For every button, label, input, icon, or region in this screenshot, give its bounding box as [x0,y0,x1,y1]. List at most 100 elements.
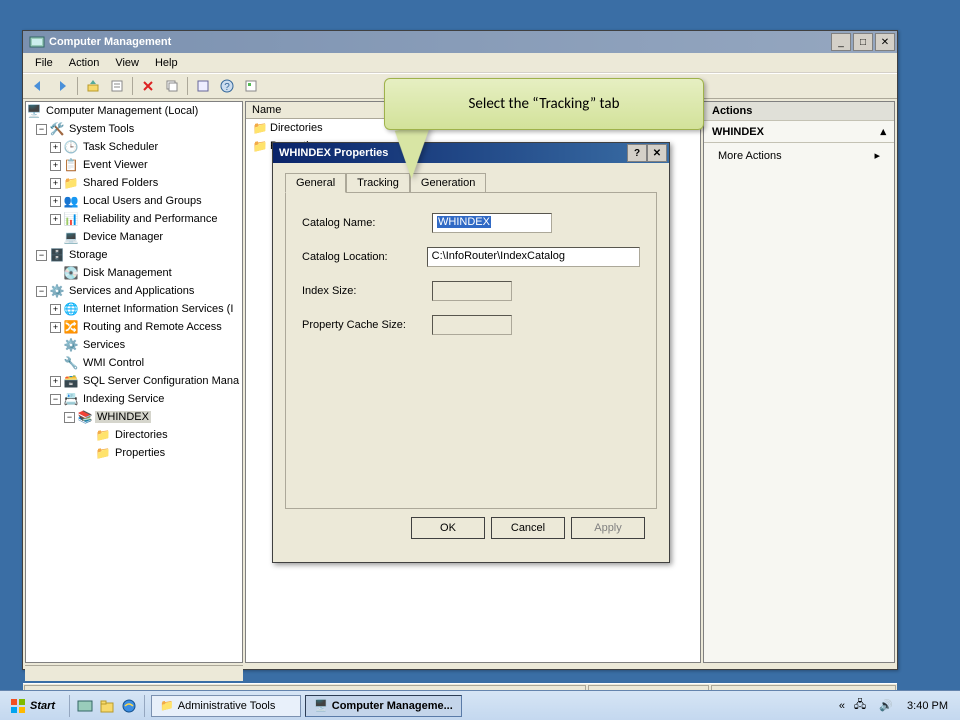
tree-iis[interactable]: Internet Information Services (I [81,303,235,315]
taskbar-separator [144,695,145,717]
taskbar-item-computer-management[interactable]: 🖥️ Computer Manageme... [305,695,462,717]
up-button[interactable] [82,75,104,97]
app-icon [29,34,45,50]
tree-wmi[interactable]: WMI Control [81,357,146,369]
forward-button[interactable] [51,75,73,97]
minimize-button[interactable]: _ [831,33,851,51]
h-scrollbar[interactable] [25,665,243,681]
tree-root[interactable]: Computer Management (Local) [44,105,200,117]
tree-panel[interactable]: 🖥️Computer Management (Local) −🛠️System … [25,101,243,663]
label-property-cache: Property Cache Size: [302,319,432,331]
tree-storage[interactable]: Storage [67,249,110,261]
menubar: File Action View Help [23,53,897,73]
tree-whindex[interactable]: WHINDEX [95,411,151,423]
tree-device-manager[interactable]: Device Manager [81,231,165,243]
gears-icon: ⚙️ [63,337,79,353]
tree-system-tools[interactable]: System Tools [67,123,136,135]
storage-icon: 🗄️ [49,247,65,263]
tree-toggle[interactable]: + [50,322,61,333]
routing-icon: 🔀 [63,319,79,335]
tree-event-viewer[interactable]: Event Viewer [81,159,150,171]
menu-action[interactable]: Action [61,55,108,71]
tree-toggle[interactable]: − [36,250,47,261]
tree-toggle[interactable]: − [64,412,75,423]
folder-icon: 📁 [252,120,268,136]
toolbar-separator [187,77,188,95]
index-icon: 📇 [63,391,79,407]
tree-toggle[interactable]: − [50,394,61,405]
iis-icon: 🌐 [63,301,79,317]
menu-file[interactable]: File [27,55,61,71]
tree-toggle[interactable]: + [50,160,61,171]
tray-sound-icon[interactable]: 🔊 [877,697,895,715]
menu-help[interactable]: Help [147,55,186,71]
tree-toggle[interactable]: + [50,178,61,189]
clock[interactable]: 3:40 PM [901,700,954,712]
folder-icon: 📁 [95,445,111,461]
actions-title: Actions [704,102,894,121]
tray-chevron[interactable]: « [839,700,845,712]
tree-toggle[interactable]: − [36,124,47,135]
instruction-callout: Select the “Tracking” tab [384,78,704,130]
tab-strip: General Tracking Generation [285,173,657,193]
tab-general[interactable]: General [285,173,346,193]
cancel-button[interactable]: Cancel [491,517,565,539]
help-button[interactable]: ? [627,144,647,162]
properties-button[interactable] [106,75,128,97]
clock-icon: 🕒 [63,139,79,155]
device-icon: 💻 [63,229,79,245]
users-icon: 👥 [63,193,79,209]
tree-routing[interactable]: Routing and Remote Access [81,321,224,333]
tree-shared-folders[interactable]: Shared Folders [81,177,160,189]
window-title: Computer Management [49,36,831,48]
actions-whindex-header[interactable]: WHINDEX ▴ [704,121,894,143]
tree-directories[interactable]: Directories [113,429,170,441]
tree-toggle[interactable]: + [50,214,61,225]
tree-properties[interactable]: Properties [113,447,167,459]
ok-button[interactable]: OK [411,517,485,539]
tree-toggle[interactable]: + [50,142,61,153]
menu-view[interactable]: View [107,55,147,71]
tree-toggle[interactable]: + [50,376,61,387]
tree-reliability[interactable]: Reliability and Performance [81,213,220,225]
dialog-close-button[interactable]: ✕ [647,144,667,162]
start-button[interactable]: Start [0,696,65,716]
copy-button[interactable] [161,75,183,97]
system-tray: « 🖧 🔊 3:40 PM [833,697,960,715]
tree-toggle[interactable]: + [50,196,61,207]
toolbar-separator [132,77,133,95]
refresh-button[interactable] [192,75,214,97]
tree-indexing[interactable]: Indexing Service [81,393,166,405]
delete-button[interactable] [137,75,159,97]
catalog-name-field[interactable]: WHINDEX [432,213,552,233]
explorer-icon[interactable] [98,697,116,715]
catalog-location-field[interactable]: C:\InfoRouter\IndexCatalog [427,247,640,267]
computer-icon: 🖥️ [26,103,42,119]
sql-icon: 🗃️ [63,373,79,389]
close-button[interactable]: ✕ [875,33,895,51]
more-actions-link[interactable]: More Actions ▸ [704,143,894,168]
taskbar-item-admin-tools[interactable]: 📁 Administrative Tools [151,695,301,717]
ie-icon[interactable] [120,697,138,715]
tree-toggle[interactable]: + [50,304,61,315]
back-button[interactable] [27,75,49,97]
maximize-button[interactable]: □ [853,33,873,51]
label-catalog-location: Catalog Location: [302,251,427,263]
actions-panel: Actions WHINDEX ▴ More Actions ▸ [703,101,895,663]
help-button[interactable]: ? [216,75,238,97]
tree-toggle[interactable]: − [36,286,47,297]
tree-services[interactable]: Services [81,339,127,351]
wmi-icon: 🔧 [63,355,79,371]
perf-icon: 📊 [63,211,79,227]
apply-button: Apply [571,517,645,539]
export-button[interactable] [240,75,262,97]
tree-local-users[interactable]: Local Users and Groups [81,195,204,207]
tree-sql[interactable]: SQL Server Configuration Mana [81,375,241,387]
tray-network-icon[interactable]: 🖧 [851,697,869,715]
show-desktop-icon[interactable] [76,697,94,715]
tree-services-apps[interactable]: Services and Applications [67,285,196,297]
tree-disk-mgmt[interactable]: Disk Management [81,267,174,279]
dialog-titlebar: WHINDEX Properties ? ✕ [273,143,669,163]
tree-task-scheduler[interactable]: Task Scheduler [81,141,160,153]
label-catalog-name: Catalog Name: [302,217,432,229]
